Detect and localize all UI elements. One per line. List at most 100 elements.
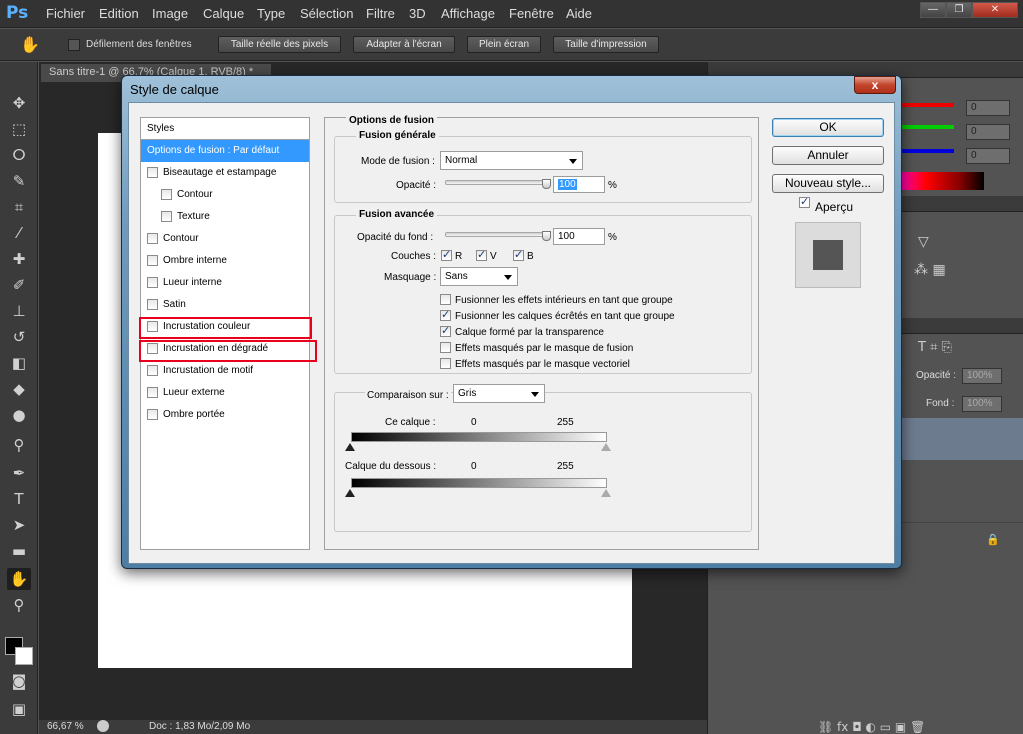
screen-mode-icon[interactable]: ▣: [7, 698, 31, 720]
menu-calque[interactable]: Calque: [203, 6, 244, 21]
style-item[interactable]: Lueur externe: [141, 382, 309, 404]
red-value[interactable]: 0: [966, 100, 1010, 116]
quick-mask-icon[interactable]: ◙: [7, 670, 31, 692]
this-layer-white-slider[interactable]: [601, 443, 611, 451]
eraser-tool-icon[interactable]: ◧: [7, 352, 31, 374]
zoom-tool-icon[interactable]: ⚲: [7, 594, 31, 616]
marquee-tool-icon[interactable]: ⬚: [7, 118, 31, 140]
restore-icon[interactable]: ❐: [946, 2, 972, 18]
menu-edition[interactable]: Edition: [99, 6, 139, 21]
style-item-checkbox[interactable]: [147, 233, 158, 244]
layer-row-selected[interactable]: [902, 418, 1023, 460]
layers-footer-icons[interactable]: ⛓ fx ◘ ◐ ▭ ▣ 🗑: [818, 720, 925, 734]
style-item-checkbox[interactable]: [147, 167, 158, 178]
fill-opacity-slider-track[interactable]: [445, 232, 548, 237]
fill-opacity-input[interactable]: 100: [553, 228, 605, 245]
lasso-tool-icon[interactable]: ⵔ: [7, 144, 31, 166]
status-menu-icon[interactable]: [97, 720, 109, 732]
new-style-button[interactable]: Nouveau style...: [772, 174, 884, 193]
menu-affichage[interactable]: Affichage: [441, 6, 495, 21]
underlying-layer-white-slider[interactable]: [601, 489, 611, 497]
style-item-checkbox[interactable]: [147, 387, 158, 398]
zoom-level[interactable]: 66,67 %: [47, 721, 84, 732]
style-item[interactable]: Biseautage et estampage: [141, 162, 309, 184]
red-slider[interactable]: [902, 103, 954, 107]
scroll-all-checkbox[interactable]: [68, 39, 80, 51]
blue-value[interactable]: 0: [966, 148, 1010, 164]
style-item-checkbox[interactable]: [147, 277, 158, 288]
style-item-checkbox[interactable]: [161, 189, 172, 200]
style-item-checkbox[interactable]: [147, 409, 158, 420]
this-layer-black-slider[interactable]: [345, 443, 355, 451]
preview-checkbox[interactable]: [799, 195, 810, 208]
layer-row-background[interactable]: 🔒: [902, 522, 1023, 560]
rectangle-tool-icon[interactable]: ▬: [7, 540, 31, 562]
menu-type[interactable]: Type: [257, 6, 285, 21]
layer-filter-icons[interactable]: T ⌗ ⎘: [918, 340, 952, 355]
opacity-input[interactable]: 100: [553, 176, 605, 193]
menu-fichier[interactable]: Fichier: [46, 6, 85, 21]
style-item-checkbox[interactable]: [147, 365, 158, 376]
print-size-button[interactable]: Taille d'impression: [553, 36, 659, 53]
style-item[interactable]: Satin: [141, 294, 309, 316]
menu-image[interactable]: Image: [152, 6, 188, 21]
menu-aide[interactable]: Aide: [566, 6, 592, 21]
fill-opacity-slider-thumb[interactable]: [542, 231, 551, 241]
channel-v-checkbox[interactable]: [476, 248, 487, 261]
path-selection-tool-icon[interactable]: ➤: [7, 514, 31, 536]
crop-tool-icon[interactable]: ⌗: [7, 196, 31, 218]
paint-bucket-tool-icon[interactable]: ◆: [7, 378, 31, 400]
style-item[interactable]: Ombre interne: [141, 250, 309, 272]
type-tool-icon[interactable]: T: [7, 488, 31, 510]
dialog-close-button[interactable]: x: [854, 76, 896, 94]
blur-tool-icon[interactable]: ●: [7, 404, 31, 426]
menu-fenetre[interactable]: Fenêtre: [509, 6, 554, 21]
style-item-checkbox[interactable]: [161, 211, 172, 222]
advanced-option-checkbox[interactable]: [440, 294, 451, 305]
hand-tool-icon[interactable]: ✋: [20, 35, 40, 54]
styles-header[interactable]: Styles: [141, 118, 309, 140]
minimize-icon[interactable]: —: [920, 2, 946, 18]
channel-b-checkbox[interactable]: [513, 248, 524, 261]
pen-tool-icon[interactable]: ✒: [7, 462, 31, 484]
style-item[interactable]: Options de fusion : Par défaut: [141, 140, 309, 162]
quick-selection-tool-icon[interactable]: ✎: [7, 170, 31, 192]
blend-mode-select[interactable]: Normal: [440, 151, 583, 170]
opacity-slider-thumb[interactable]: [542, 179, 551, 189]
menu-selection[interactable]: Sélection: [300, 6, 353, 21]
blue-slider[interactable]: [902, 149, 954, 153]
layer-opacity-value[interactable]: 100%: [962, 368, 1002, 384]
opacity-slider-track[interactable]: [445, 180, 548, 185]
dodge-tool-icon[interactable]: ⚲: [7, 434, 31, 456]
full-screen-button[interactable]: Plein écran: [467, 36, 541, 53]
style-item[interactable]: Incrustation de motif: [141, 360, 309, 382]
ok-button[interactable]: OK: [772, 118, 884, 137]
healing-brush-tool-icon[interactable]: ✚: [7, 248, 31, 270]
style-item[interactable]: Lueur interne: [141, 272, 309, 294]
cancel-button[interactable]: Annuler: [772, 146, 884, 165]
underlying-layer-black-slider[interactable]: [345, 489, 355, 497]
clone-stamp-tool-icon[interactable]: ⊥: [7, 300, 31, 322]
move-tool-icon[interactable]: ✥: [7, 92, 31, 114]
actual-pixels-button[interactable]: Taille réelle des pixels: [218, 36, 341, 53]
adjustment-icons[interactable]: ▽: [918, 234, 929, 250]
hand-tool-icon[interactable]: ✋: [7, 568, 31, 590]
style-item-checkbox[interactable]: [147, 255, 158, 266]
style-item-checkbox[interactable]: [147, 299, 158, 310]
close-window-icon[interactable]: ✕: [972, 2, 1018, 18]
channel-mixer-icon[interactable]: ⁂ ▦: [914, 262, 946, 278]
knockout-select[interactable]: Sans: [440, 267, 518, 286]
blend-if-select[interactable]: Gris: [453, 384, 545, 403]
green-value[interactable]: 0: [966, 124, 1010, 140]
menu-3d[interactable]: 3D: [409, 6, 426, 21]
layer-fill-value[interactable]: 100%: [962, 396, 1002, 412]
menu-filtre[interactable]: Filtre: [366, 6, 395, 21]
background-color-swatch[interactable]: [15, 647, 33, 665]
style-item[interactable]: Contour: [141, 184, 309, 206]
eyedropper-tool-icon[interactable]: ⁄: [7, 222, 31, 244]
channel-r-checkbox[interactable]: [441, 248, 452, 261]
brush-tool-icon[interactable]: ✐: [7, 274, 31, 296]
green-slider[interactable]: [902, 125, 954, 129]
advanced-option-checkbox[interactable]: [440, 308, 451, 321]
style-item[interactable]: Ombre portée: [141, 404, 309, 426]
